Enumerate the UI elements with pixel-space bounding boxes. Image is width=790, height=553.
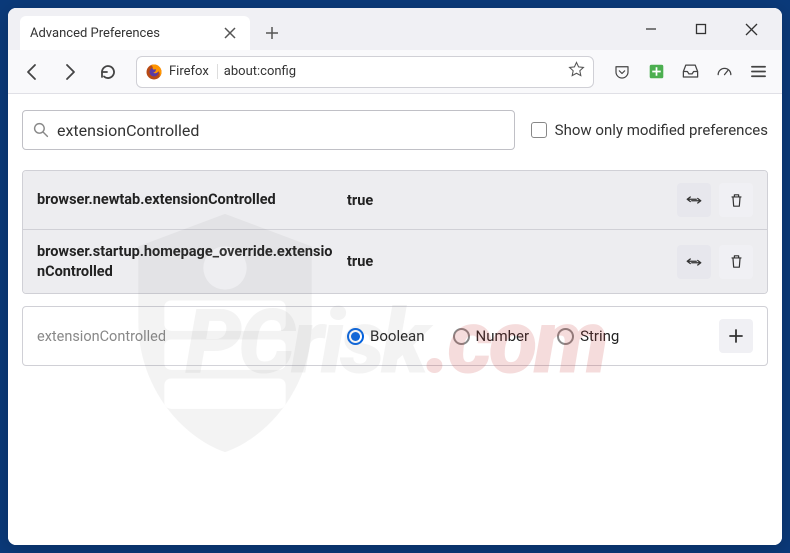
address-bar[interactable]: Firefox (136, 56, 594, 88)
preference-name: browser.startup.homepage_override.extens… (37, 242, 337, 281)
search-controls: Show only modified preferences (22, 110, 768, 150)
tab-title: Advanced Preferences (30, 26, 160, 41)
preference-actions (677, 245, 753, 279)
toggle-button[interactable] (677, 245, 711, 279)
new-preference-row: extensionControlled Boolean Number Strin… (22, 306, 768, 366)
radio-icon (347, 328, 364, 345)
radio-label: Number (476, 327, 530, 345)
radio-label: Boolean (370, 327, 425, 345)
browser-window: Advanced Preferences Firefox (8, 8, 782, 545)
url-input[interactable] (224, 64, 562, 79)
delete-button[interactable] (719, 183, 753, 217)
new-pref-name: extensionControlled (37, 328, 337, 345)
extension-icon[interactable] (646, 62, 666, 82)
delete-button[interactable] (719, 245, 753, 279)
preference-actions (719, 319, 753, 353)
radio-label: String (580, 327, 619, 345)
search-input[interactable] (57, 121, 504, 140)
close-tab-button[interactable] (220, 23, 240, 43)
browser-tab[interactable]: Advanced Preferences (20, 16, 250, 50)
titlebar: Advanced Preferences (8, 8, 782, 50)
search-box[interactable] (22, 110, 515, 150)
preference-name: browser.newtab.extensionControlled (37, 190, 337, 210)
radio-number[interactable]: Number (453, 327, 530, 345)
type-radio-group: Boolean Number String (347, 327, 709, 345)
radio-icon (557, 328, 574, 345)
radio-boolean[interactable]: Boolean (347, 327, 425, 345)
toolbar-icons (606, 62, 774, 82)
maximize-button[interactable] (688, 16, 714, 42)
minimize-button[interactable] (638, 16, 664, 42)
reload-button[interactable] (92, 56, 124, 88)
preference-value: true (347, 192, 667, 209)
window-controls (638, 8, 782, 50)
preference-row[interactable]: browser.startup.homepage_override.extens… (23, 229, 767, 293)
preference-row: extensionControlled Boolean Number Strin… (23, 307, 767, 365)
search-icon (33, 122, 49, 138)
close-window-button[interactable] (738, 16, 764, 42)
navigation-toolbar: Firefox (8, 50, 782, 94)
show-modified-label: Show only modified preferences (555, 121, 768, 139)
about-config-content: PCrisk.com Show only modified preference… (8, 94, 782, 545)
bookmark-star-icon[interactable] (568, 61, 585, 82)
show-modified-only[interactable]: Show only modified preferences (531, 121, 768, 139)
preference-value: true (347, 253, 667, 270)
pocket-icon[interactable] (612, 62, 632, 82)
urlbar-brand-label: Firefox (169, 64, 218, 79)
preference-list: browser.newtab.extensionControlled true … (22, 170, 768, 294)
inbox-icon[interactable] (680, 62, 700, 82)
firefox-icon (145, 63, 163, 81)
back-button[interactable] (16, 56, 48, 88)
radio-string[interactable]: String (557, 327, 619, 345)
radio-icon (453, 328, 470, 345)
checkbox-icon[interactable] (531, 122, 547, 138)
gauge-icon[interactable] (714, 62, 734, 82)
new-tab-button[interactable] (258, 19, 286, 47)
preference-actions (677, 183, 753, 217)
add-button[interactable] (719, 319, 753, 353)
preference-row[interactable]: browser.newtab.extensionControlled true (23, 171, 767, 229)
forward-button[interactable] (54, 56, 86, 88)
menu-button[interactable] (748, 62, 768, 82)
toggle-button[interactable] (677, 183, 711, 217)
